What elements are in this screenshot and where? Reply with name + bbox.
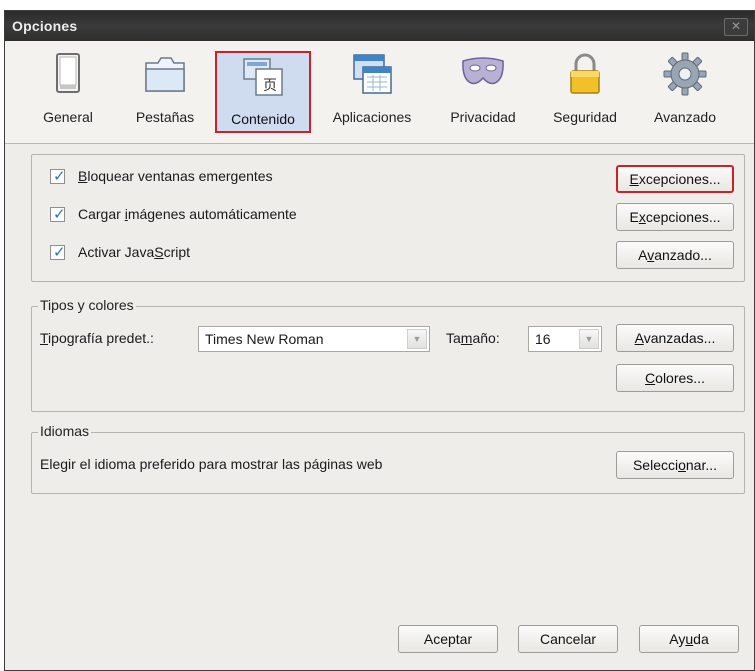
image-exceptions-button[interactable]: Excepciones...: [616, 203, 734, 231]
choose-language-button[interactable]: Seleccionar...: [616, 451, 734, 479]
svg-text:页: 页: [263, 78, 277, 94]
colors-button[interactable]: Colores...: [616, 364, 734, 392]
options-window: Opciones ✕ General Pestañas 页 Contenido …: [4, 10, 755, 671]
security-lock-icon: [570, 53, 600, 94]
popup-exceptions-button[interactable]: Excepciones...: [616, 165, 734, 193]
font-size-value: 16: [535, 331, 551, 347]
content-icon: 页: [243, 58, 283, 96]
default-font-select[interactable]: Times New Roman ▼: [198, 326, 430, 352]
tab-label: Pestañas: [135, 109, 195, 125]
tab-security[interactable]: Seguridad: [539, 51, 631, 133]
applications-icon: [353, 54, 392, 94]
chevron-down-icon[interactable]: ▼: [407, 329, 427, 349]
title-bar[interactable]: Opciones ✕: [5, 11, 754, 41]
block-popups-checkbox[interactable]: ✓: [50, 168, 66, 185]
chevron-down-icon[interactable]: ▼: [579, 329, 599, 349]
font-size-select[interactable]: 16 ▼: [528, 326, 602, 352]
default-font-label: Tipografía predet.:: [40, 330, 154, 346]
tab-label: General: [43, 109, 93, 125]
fonts-colors-legend: Tipos y colores: [38, 297, 136, 313]
close-button[interactable]: ✕: [724, 18, 748, 36]
size-label: Tamaño:: [446, 330, 500, 346]
enable-javascript-label[interactable]: Activar JavaScript: [78, 244, 190, 260]
tabs-icon: [145, 57, 185, 92]
load-images-label[interactable]: Cargar imágenes automáticamente: [78, 206, 297, 222]
advanced-gear-icon: [663, 52, 707, 96]
tab-tabs[interactable]: Pestañas: [121, 51, 209, 133]
cancel-button[interactable]: Cancelar: [518, 625, 618, 653]
tab-label: Seguridad: [553, 109, 617, 125]
tab-label: Avanzado: [653, 109, 716, 125]
tab-advanced[interactable]: Avanzado: [639, 51, 731, 133]
fonts-colors-group: Tipos y colores Tipografía predet.: Time…: [31, 297, 745, 412]
general-icon: [56, 53, 80, 93]
tab-privacy[interactable]: Privacidad: [437, 51, 529, 133]
tab-content[interactable]: 页 Contenido: [215, 51, 311, 133]
help-button[interactable]: Ayuda: [639, 625, 739, 653]
tab-applications[interactable]: Aplicaciones: [321, 51, 423, 133]
ok-button[interactable]: Aceptar: [398, 625, 498, 653]
javascript-advanced-button[interactable]: Avanzado...: [616, 241, 734, 269]
check-icon: ✓: [53, 168, 66, 185]
languages-legend: Idiomas: [38, 423, 92, 439]
privacy-mask-icon: [462, 57, 504, 85]
tab-label: Contenido: [231, 111, 295, 127]
check-icon: ✓: [53, 206, 66, 223]
languages-description: Elegir el idioma preferido para mostrar …: [40, 456, 383, 472]
content-options-group: ✓ Bloquear ventanas emergentes Excepcion…: [31, 154, 745, 282]
fonts-advanced-button[interactable]: Avanzadas...: [616, 324, 734, 352]
tab-label: Aplicaciones: [332, 109, 412, 125]
default-font-value: Times New Roman: [205, 331, 324, 347]
tab-label: Privacidad: [450, 109, 516, 125]
category-toolbar: General Pestañas 页 Contenido Aplicacione…: [5, 41, 754, 144]
enable-javascript-checkbox[interactable]: ✓: [50, 244, 66, 261]
close-icon: ✕: [730, 19, 742, 33]
languages-group: Idiomas Elegir el idioma preferido para …: [31, 423, 745, 494]
window-title: Opciones: [12, 18, 78, 34]
tab-general[interactable]: General: [25, 51, 111, 133]
block-popups-label[interactable]: Bloquear ventanas emergentes: [78, 168, 273, 184]
load-images-checkbox[interactable]: ✓: [50, 206, 66, 223]
check-icon: ✓: [53, 244, 66, 261]
